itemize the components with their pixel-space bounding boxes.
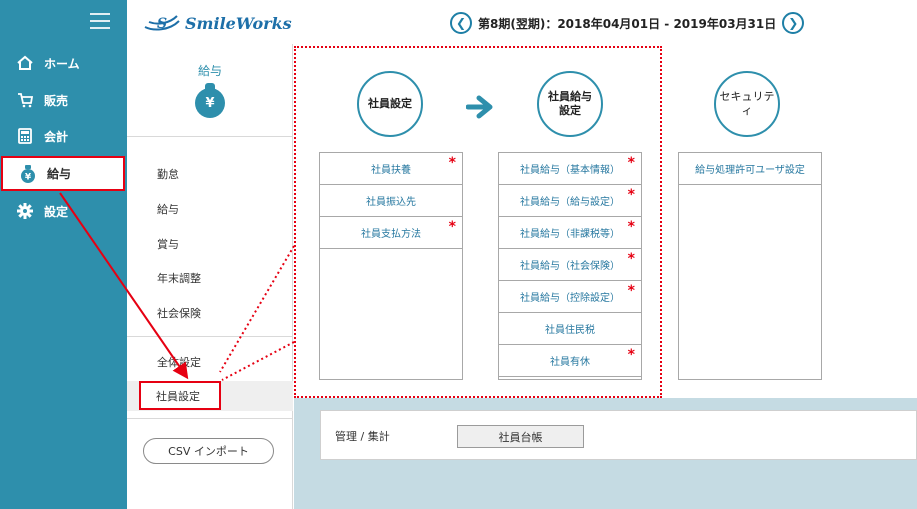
fiscal-period-label: 第8期(翌期)：2018年04月01日 - 2019年03月31日 [478, 16, 777, 31]
csv-import-button[interactable]: CSV インポート [143, 438, 274, 464]
submenu-item-bonus[interactable]: 賞与 [157, 236, 179, 252]
sidebar-item-label: 会計 [44, 129, 69, 144]
cart-icon [16, 91, 34, 109]
employee-ledger-button[interactable]: 社員台帳 [457, 425, 584, 448]
home-icon [16, 54, 34, 72]
management-label: 管理 / 集計 [335, 430, 390, 443]
divider [127, 336, 293, 337]
sidebar-item-label: ホーム [44, 56, 80, 71]
sidebar-item-label: 給与 [47, 167, 72, 181]
money-bag-icon: ¥ [19, 164, 37, 183]
submenu-item-general-settings[interactable]: 全体設定 [157, 354, 201, 370]
submenu-item-employee-settings[interactable]: 社員設定 [139, 381, 221, 410]
submenu-item-social-insurance[interactable]: 社会保険 [157, 305, 201, 321]
submenu-item-salary[interactable]: 給与 [157, 201, 179, 217]
logo-text: SmileWorks [185, 13, 292, 33]
sidebar-item-home[interactable]: ホーム [0, 45, 127, 81]
sidebar-item-label: 販売 [44, 93, 69, 108]
sidebar-item-settings[interactable]: 設定 [0, 193, 127, 229]
sidebar-item-label: 設定 [44, 204, 69, 219]
hamburger-menu-icon[interactable] [90, 13, 110, 29]
svg-text:S: S [157, 16, 167, 32]
app-root: ホーム 販売 会計 ¥ 給与 設定 S SmileWorks ❮ 第8期(翌期)… [0, 0, 917, 509]
money-bag-icon: ¥ [195, 83, 225, 118]
payroll-submenu: 給与 ¥ 勤怠 給与 賞与 年末調整 社会保険 全体設定 社員設定 CSV イン… [127, 44, 293, 509]
gear-icon [16, 202, 34, 220]
sidebar-item-payroll[interactable]: ¥ 給与 [1, 156, 125, 191]
svg-text:¥: ¥ [25, 172, 32, 182]
panel-item-label: 給与処理許可ユーザ設定 [695, 165, 805, 176]
submenu-item-year-end-adjustment[interactable]: 年末調整 [157, 270, 201, 286]
sidebar-item-accounting[interactable]: 会計 [0, 118, 127, 154]
flow-step-security: セキュリティ [714, 71, 780, 137]
prev-period-button[interactable]: ❮ [450, 12, 472, 34]
divider [127, 418, 293, 419]
next-period-button[interactable]: ❯ [782, 12, 805, 34]
fiscal-period-nav: ❮ 第8期(翌期)：2018年04月01日 - 2019年03月31日 ❯ [450, 10, 805, 36]
smileworks-logo-icon: S [144, 15, 180, 32]
management-panel: 管理 / 集計 社員台帳 [320, 410, 917, 460]
sidebar-item-sales[interactable]: 販売 [0, 82, 127, 118]
panel-item-payroll-user-permissions[interactable]: 給与処理許可ユーザ設定 [679, 153, 821, 185]
security-panel: 給与処理許可ユーザ設定 [678, 152, 822, 380]
highlight-dotted-box [294, 46, 662, 398]
app-logo[interactable]: S SmileWorks [143, 12, 292, 34]
submenu-item-attendance[interactable]: 勤怠 [157, 166, 179, 182]
sidebar: ホーム 販売 会計 ¥ 給与 設定 [0, 0, 127, 509]
calculator-icon [16, 127, 34, 145]
divider [127, 136, 293, 137]
submenu-title: 給与 [197, 64, 222, 78]
